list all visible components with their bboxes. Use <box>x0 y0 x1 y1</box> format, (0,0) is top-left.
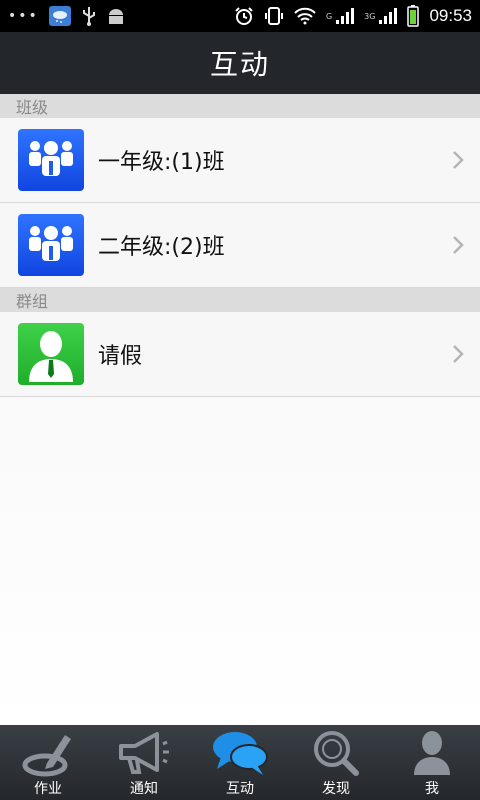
person-icon <box>18 323 84 385</box>
battery-icon <box>407 5 420 27</box>
section-header-classes: 班级 <box>0 94 480 118</box>
section-header-groups: 群组 <box>0 288 480 312</box>
app-header: 互动 <box>0 32 480 94</box>
overflow-dots: ••• <box>8 8 39 24</box>
group-icon <box>18 214 84 276</box>
list-item-label: 请假 <box>98 344 143 369</box>
signal-icon-2 <box>379 8 398 24</box>
list-item-class-1[interactable]: 一年级:(1)班 <box>0 118 480 203</box>
list-item-class-2[interactable]: 二年级:(2)班 <box>0 203 480 288</box>
wifi-icon <box>294 7 316 25</box>
alarm-icon <box>234 6 254 26</box>
nav-label: 互动 <box>226 781 254 797</box>
pencil-icon <box>21 728 75 778</box>
chevron-right-icon <box>448 148 468 172</box>
section-title: 群组 <box>16 292 49 311</box>
group-icon <box>18 129 84 191</box>
section-title: 班级 <box>16 98 49 117</box>
megaphone-icon <box>117 728 171 778</box>
nav-label: 通知 <box>130 781 158 797</box>
usb-icon <box>81 6 97 26</box>
page-title: 互动 <box>209 48 270 81</box>
clock-time: 09:53 <box>429 6 472 25</box>
nav-label: 发现 <box>322 781 350 797</box>
nav-item-me[interactable]: 我 <box>384 725 480 800</box>
list-item-label: 二年级:(2)班 <box>98 235 225 260</box>
vibrate-icon <box>264 6 284 26</box>
network-type-label-2: 3G <box>364 11 376 21</box>
bottom-nav: 作业 通知 互动 发现 我 <box>0 725 480 800</box>
status-bar: ••• G 3G 09:53 <box>0 0 480 32</box>
android-icon <box>107 7 125 25</box>
list-item-label: 一年级:(1)班 <box>98 150 225 175</box>
nav-item-discover[interactable]: 发现 <box>288 725 384 800</box>
nav-item-interaction[interactable]: 互动 <box>192 725 288 800</box>
chevron-right-icon <box>448 342 468 366</box>
chat-bubbles-icon <box>211 728 269 778</box>
weather-icon <box>48 6 71 26</box>
list-item-leave[interactable]: 请假 <box>0 312 480 397</box>
user-icon <box>412 728 452 778</box>
nav-label: 作业 <box>34 781 62 797</box>
signal-icon <box>336 8 355 24</box>
content-area: 班级 一年级:(1)班 二年级:(2)班 群组 请假 <box>0 94 480 725</box>
nav-item-homework[interactable]: 作业 <box>0 725 96 800</box>
nav-item-notice[interactable]: 通知 <box>96 725 192 800</box>
nav-label: 我 <box>425 781 439 797</box>
chevron-right-icon <box>448 233 468 257</box>
magnifier-icon <box>310 728 362 778</box>
network-type-label: G <box>325 11 333 21</box>
